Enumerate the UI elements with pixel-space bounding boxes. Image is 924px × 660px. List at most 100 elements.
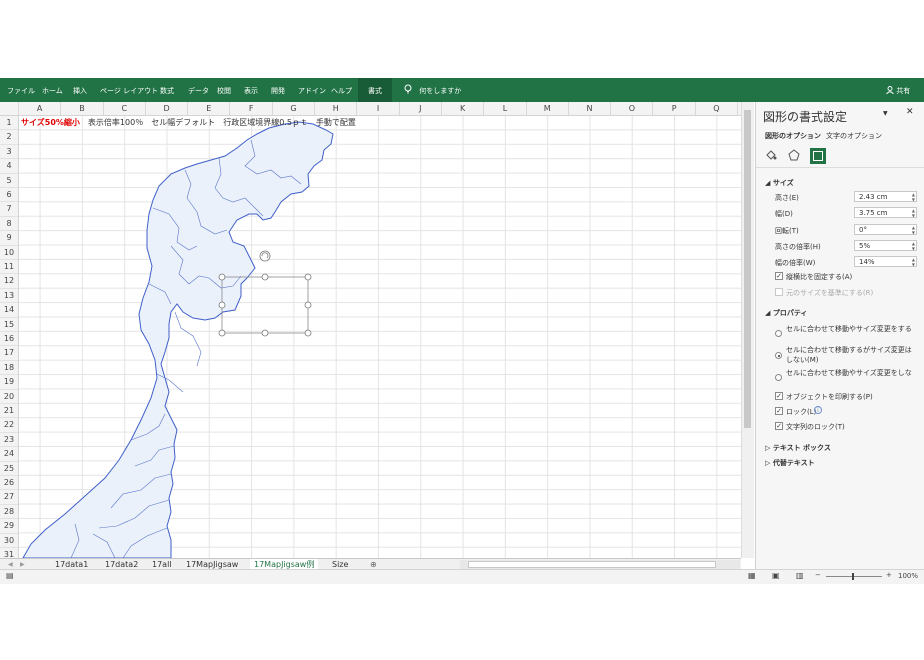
radio-move-and-size[interactable]	[775, 330, 782, 337]
resize-handle[interactable]	[218, 329, 226, 337]
alt-text-section-header[interactable]: ▷ 代替テキスト	[765, 458, 815, 468]
row-header[interactable]: 7	[0, 202, 18, 217]
column-header[interactable]: J	[400, 102, 442, 115]
textbox-section-header[interactable]: ▷ テキスト ボックス	[765, 443, 831, 453]
close-icon[interactable]: ✕	[906, 107, 914, 117]
column-header[interactable]: Q	[696, 102, 739, 115]
column-header[interactable]: M	[527, 102, 569, 115]
radio-move-no-size[interactable]	[775, 352, 782, 359]
lock-text-checkbox[interactable]: ✓	[775, 422, 783, 430]
lock-aspect-checkbox[interactable]: ✓	[775, 272, 783, 280]
resize-handle[interactable]	[218, 273, 226, 281]
row-header[interactable]: 17	[0, 346, 18, 361]
page-break-view-icon[interactable]: ▥	[796, 571, 804, 580]
row-header[interactable]: 25	[0, 462, 18, 476]
row-header[interactable]: 30	[0, 534, 18, 548]
column-header[interactable]: A	[19, 102, 62, 115]
zoom-slider-thumb[interactable]	[852, 573, 854, 580]
radio-no-move-no-size[interactable]	[775, 374, 782, 381]
resize-handle[interactable]	[304, 301, 312, 309]
page-layout-view-icon[interactable]: ▣	[772, 571, 780, 580]
rotation-spinner[interactable]: 0° ▲ ▼	[854, 224, 917, 235]
spinner-arrows-icon[interactable]: ▲ ▼	[912, 192, 915, 202]
tab-formulas[interactable]: 数式	[160, 78, 174, 102]
row-header[interactable]: 26	[0, 476, 18, 491]
resize-handle[interactable]	[218, 301, 226, 309]
row-header[interactable]: 1	[0, 116, 18, 131]
pane-options-dropdown-icon[interactable]: ▼	[883, 110, 888, 117]
row-header[interactable]: 29	[0, 519, 18, 534]
row-header[interactable]: 6	[0, 188, 18, 203]
properties-section-header[interactable]: ◢ プロパティ	[765, 308, 807, 318]
share-button[interactable]: 共有	[886, 78, 910, 102]
column-header[interactable]: K	[442, 102, 485, 115]
tab-data[interactable]: データ	[188, 78, 209, 102]
row-header[interactable]: 11	[0, 260, 18, 275]
horizontal-scrollbar[interactable]	[460, 560, 740, 569]
height-spinner[interactable]: 2.43 cm ▲ ▼	[854, 191, 917, 202]
tab-developer[interactable]: 開発	[271, 78, 285, 102]
tab-text-options[interactable]: 文字のオプション	[826, 131, 882, 141]
spinner-arrows-icon[interactable]: ▲ ▼	[912, 241, 915, 251]
tab-addins[interactable]: アドイン	[298, 78, 326, 102]
effects-pentagon-icon[interactable]	[788, 149, 800, 161]
select-all-corner[interactable]	[0, 102, 19, 115]
ishikawa-map-shape[interactable]	[19, 116, 739, 558]
vertical-scrollbar[interactable]	[741, 102, 754, 558]
tab-review[interactable]: 校閲	[217, 78, 231, 102]
tell-me-search[interactable]: 何をしますか	[403, 78, 461, 102]
spinner-arrows-icon[interactable]: ▲ ▼	[912, 208, 915, 218]
vertical-scroll-thumb[interactable]	[744, 110, 751, 428]
row-header[interactable]: 24	[0, 447, 18, 462]
tab-view[interactable]: 表示	[244, 78, 258, 102]
lock-checkbox[interactable]: ✓	[775, 407, 783, 415]
zoom-level[interactable]: 100%	[898, 572, 918, 580]
column-header[interactable]: G	[273, 102, 316, 115]
column-header[interactable]: P	[654, 102, 696, 115]
zoom-in-button[interactable]: +	[886, 571, 892, 579]
row-header[interactable]: 27	[0, 490, 18, 505]
relative-original-checkbox[interactable]	[775, 288, 783, 296]
row-header[interactable]: 16	[0, 332, 18, 347]
cell-a1-note[interactable]: サイズ50%縮小 表示倍率100％ セル幅デフォルト 行政区域境界線0.5ｐｔ …	[21, 117, 356, 128]
normal-view-icon[interactable]: ▦	[748, 571, 756, 580]
scale-height-spinner[interactable]: 5% ▲ ▼	[854, 240, 917, 251]
row-header[interactable]: 5	[0, 174, 18, 188]
row-header[interactable]: 10	[0, 246, 18, 260]
scale-width-spinner[interactable]: 14% ▲ ▼	[854, 256, 917, 267]
tab-help[interactable]: ヘルプ	[331, 78, 352, 102]
row-header[interactable]: 31	[0, 548, 18, 558]
column-header[interactable]: H	[315, 102, 358, 115]
row-header[interactable]: 18	[0, 361, 18, 376]
print-object-checkbox[interactable]: ✓	[775, 392, 783, 400]
column-header[interactable]: N	[569, 102, 612, 115]
row-header[interactable]: 12	[0, 274, 18, 289]
spinner-arrows-icon[interactable]: ▲ ▼	[912, 257, 915, 267]
row-header[interactable]: 21	[0, 404, 18, 419]
column-header[interactable]: E	[188, 102, 231, 115]
row-header[interactable]: 28	[0, 505, 18, 520]
column-header[interactable]: B	[61, 102, 104, 115]
row-header[interactable]: 22	[0, 418, 18, 433]
resize-handle[interactable]	[261, 329, 269, 337]
row-header[interactable]: 15	[0, 318, 18, 332]
spinner-arrows-icon[interactable]: ▲ ▼	[912, 225, 915, 235]
row-header[interactable]: 23	[0, 433, 18, 448]
row-header[interactable]: 4	[0, 159, 18, 174]
column-header[interactable]: I	[357, 102, 400, 115]
tab-file[interactable]: ファイル	[7, 78, 35, 102]
worksheet-grid[interactable]: ABCDEFGHIJKLMNOPQ 1 2 3 4 5 6 7 8 9 10 11 12 13 14 15 1…	[0, 102, 741, 558]
prefecture-outline[interactable]	[22, 121, 334, 558]
tab-page-layout[interactable]: ページ レイアウト	[100, 78, 158, 102]
column-header[interactable]: D	[146, 102, 189, 115]
size-properties-icon[interactable]	[810, 148, 826, 164]
resize-handle[interactable]	[261, 273, 269, 281]
horizontal-scroll-thumb[interactable]	[468, 561, 716, 568]
column-header[interactable]: L	[484, 102, 527, 115]
size-section-header[interactable]: ◢ サイズ	[765, 178, 794, 188]
width-spinner[interactable]: 3.75 cm ▲ ▼	[854, 207, 917, 218]
row-header[interactable]: 20	[0, 390, 18, 404]
resize-handle[interactable]	[304, 329, 312, 337]
tab-shape-options[interactable]: 図形のオプション	[765, 131, 821, 141]
tab-insert[interactable]: 挿入	[73, 78, 87, 102]
